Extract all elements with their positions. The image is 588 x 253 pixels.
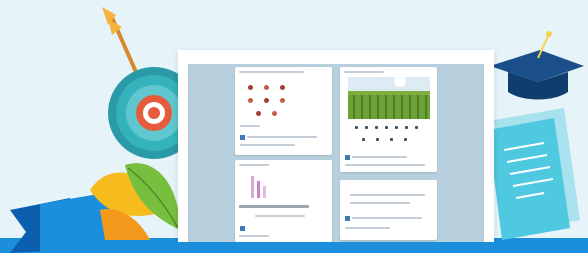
card-title-line — [344, 71, 384, 73]
card-text-line — [247, 136, 317, 138]
content-panel — [188, 64, 484, 242]
post-card-2[interactable] — [340, 67, 437, 172]
card-text-line — [239, 205, 309, 208]
like-icon[interactable] — [240, 226, 245, 231]
card-text-line — [345, 164, 425, 166]
card-title-line — [239, 71, 304, 73]
card-text-line — [240, 144, 295, 146]
card-text-line — [240, 125, 260, 127]
card-text-line — [352, 156, 407, 158]
card-title-line — [239, 164, 269, 166]
bar-sketch-image — [251, 176, 266, 198]
post-card-3[interactable] — [235, 160, 332, 242]
post-card-4[interactable] — [340, 180, 437, 240]
card-text-line — [345, 227, 390, 229]
landscape-photo — [348, 77, 430, 119]
blue-floor-band-front — [60, 242, 588, 253]
card-text-line — [350, 194, 425, 196]
card-text-line — [350, 202, 410, 204]
documents-icon — [488, 108, 580, 240]
card-text-line — [239, 235, 269, 237]
graduation-cap-icon — [490, 31, 584, 100]
like-icon[interactable] — [345, 155, 350, 160]
like-icon[interactable] — [240, 135, 245, 140]
illustration-scene — [0, 0, 588, 253]
card-text-line — [352, 217, 422, 219]
plant-icon — [90, 163, 180, 240]
post-card-1[interactable] — [235, 67, 332, 155]
card-text-line — [255, 215, 305, 217]
like-icon[interactable] — [345, 216, 350, 221]
